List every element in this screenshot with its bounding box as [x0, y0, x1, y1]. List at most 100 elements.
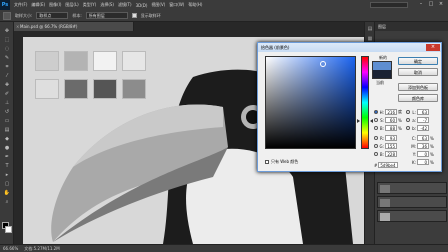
- menu-3d[interactable]: 3D(D): [136, 3, 148, 8]
- show-ring-checkbox[interactable]: [131, 13, 137, 18]
- menu-view[interactable]: 视图(V): [151, 2, 165, 8]
- input-g[interactable]: 155: [385, 143, 397, 149]
- unit-k: %: [430, 159, 434, 165]
- background-color-swatch[interactable]: [5, 226, 12, 233]
- menu-window[interactable]: 窗口(W): [169, 2, 184, 8]
- input-h[interactable]: 216: [385, 109, 397, 115]
- menu-help[interactable]: 帮助(H): [188, 2, 202, 8]
- field-b: B: 88 %: [374, 125, 402, 131]
- crop-tool-icon[interactable]: ⌗: [3, 64, 11, 71]
- clone-stamp-tool-icon[interactable]: ⊥: [3, 100, 11, 107]
- field-l: L: 63: [406, 109, 429, 115]
- input-r[interactable]: 93: [385, 135, 397, 141]
- hue-slider-right-arrow-icon[interactable]: [370, 119, 373, 123]
- quick-select-tool-icon[interactable]: ✎: [3, 55, 11, 62]
- ok-button[interactable]: 确定: [398, 57, 438, 65]
- hand-tool-icon[interactable]: ✋: [3, 190, 11, 197]
- menu-type[interactable]: 类型(Y): [83, 2, 97, 8]
- input-blue[interactable]: 228: [385, 151, 397, 157]
- cancel-button[interactable]: 取消: [398, 68, 438, 76]
- hex-field: # 5d9be4: [374, 162, 399, 168]
- radio-a[interactable]: [406, 118, 410, 122]
- marquee-tool-icon[interactable]: ⬚: [3, 37, 11, 44]
- minimize-icon[interactable]: –: [416, 1, 426, 9]
- hue-slider[interactable]: [361, 56, 369, 149]
- input-l[interactable]: 63: [417, 109, 429, 115]
- blur-tool-icon[interactable]: ◆: [3, 136, 11, 143]
- close-tab-icon[interactable]: ×: [16, 22, 19, 31]
- swatch-6: [64, 79, 88, 99]
- hex-input[interactable]: 5d9be4: [378, 162, 399, 168]
- radio-l[interactable]: [406, 110, 410, 114]
- layer-row[interactable]: [377, 196, 447, 208]
- zoom-tool-icon[interactable]: ⌕: [3, 199, 11, 206]
- color-picker-cursor[interactable]: [320, 61, 326, 67]
- menu-filter[interactable]: 滤镜(T): [118, 2, 132, 8]
- layers-panel-header[interactable]: 图层: [375, 22, 448, 31]
- radio-g[interactable]: [374, 144, 378, 148]
- history-brush-tool-icon[interactable]: ↺: [3, 109, 11, 116]
- eraser-tool-icon[interactable]: ▭: [3, 118, 11, 125]
- dialog-title: 拾色器 (前景色): [258, 43, 441, 52]
- menu-layer[interactable]: 图层(L): [65, 2, 78, 8]
- radio-h[interactable]: [374, 110, 378, 114]
- layer-row[interactable]: [377, 210, 447, 222]
- label-s: S:: [380, 117, 384, 123]
- layer-row[interactable]: [377, 182, 447, 194]
- input-k[interactable]: 0: [417, 159, 429, 165]
- label-r: R:: [379, 135, 384, 141]
- lasso-tool-icon[interactable]: ◌: [3, 46, 11, 53]
- zoom-level[interactable]: 66.66%: [3, 246, 18, 251]
- healing-brush-tool-icon[interactable]: ✚: [3, 82, 11, 89]
- dialog-close-icon[interactable]: ×: [426, 44, 440, 51]
- add-to-swatches-button[interactable]: 添加到色板: [398, 83, 438, 91]
- workspace-selector[interactable]: [370, 2, 408, 8]
- history-panel-icon[interactable]: ▤: [367, 26, 373, 32]
- menu-edit[interactable]: 编辑(E): [31, 2, 45, 8]
- menu-image[interactable]: 图像(I): [49, 2, 61, 8]
- current-color-preview[interactable]: [372, 70, 392, 79]
- label-y: Y:: [412, 151, 416, 157]
- radio-r[interactable]: [374, 136, 378, 140]
- shape-tool-icon[interactable]: ▢: [3, 181, 11, 188]
- move-tool-icon[interactable]: ✥: [3, 28, 11, 35]
- color-libraries-button[interactable]: 颜色库: [398, 94, 438, 102]
- radio-lab-b[interactable]: [406, 126, 410, 130]
- eyedropper-tool-icon[interactable]: ⁄: [3, 73, 11, 80]
- web-colors-checkbox[interactable]: [265, 160, 269, 164]
- brush-tool-icon[interactable]: ✐: [3, 91, 11, 98]
- menu-file[interactable]: 文件(F): [14, 2, 27, 8]
- menu-select[interactable]: 选择(S): [100, 2, 114, 8]
- radio-b[interactable]: [374, 126, 378, 130]
- hue-slider-left-arrow-icon[interactable]: [357, 119, 360, 123]
- input-b[interactable]: 88: [385, 125, 397, 131]
- layer-thumbnail: [380, 185, 390, 193]
- input-lab-b[interactable]: -42: [417, 125, 429, 131]
- radio-s[interactable]: [374, 118, 378, 122]
- swatch-2: [64, 51, 88, 71]
- input-y[interactable]: 0: [417, 151, 429, 157]
- tools-panel: ✥ ⬚ ◌ ✎ ⌗ ⁄ ✚ ✐ ⊥ ↺ ▭ ▤ ◆ ● ✒ T ▸ ▢ ✋ ⌕: [0, 22, 14, 244]
- label-m: M:: [411, 143, 416, 149]
- saturation-brightness-field[interactable]: [265, 56, 356, 149]
- input-a[interactable]: -7: [417, 117, 429, 123]
- input-m[interactable]: 36: [417, 143, 429, 149]
- close-icon[interactable]: ×: [436, 1, 446, 9]
- field-g: G: 155: [374, 143, 397, 149]
- type-tool-icon[interactable]: T: [3, 163, 11, 170]
- path-select-tool-icon[interactable]: ▸: [3, 172, 11, 179]
- document-tab[interactable]: × Main.psd @ 66.7% (RGB/8#): [14, 22, 134, 31]
- pen-tool-icon[interactable]: ✒: [3, 154, 11, 161]
- label-lab-b: b:: [412, 125, 416, 131]
- dodge-tool-icon[interactable]: ●: [3, 145, 11, 152]
- field-a: a: -7: [406, 117, 429, 123]
- maximize-icon[interactable]: □: [426, 1, 436, 9]
- unit-b: %: [398, 125, 402, 131]
- sample-select[interactable]: 所有图层: [85, 12, 128, 19]
- input-c[interactable]: 63: [417, 135, 429, 141]
- input-s[interactable]: 60: [385, 117, 397, 123]
- eyedropper-tool-preset-icon[interactable]: [3, 11, 11, 20]
- radio-blue[interactable]: [374, 152, 378, 156]
- gradient-tool-icon[interactable]: ▤: [3, 127, 11, 134]
- sample-size-select[interactable]: 取样点: [36, 12, 69, 19]
